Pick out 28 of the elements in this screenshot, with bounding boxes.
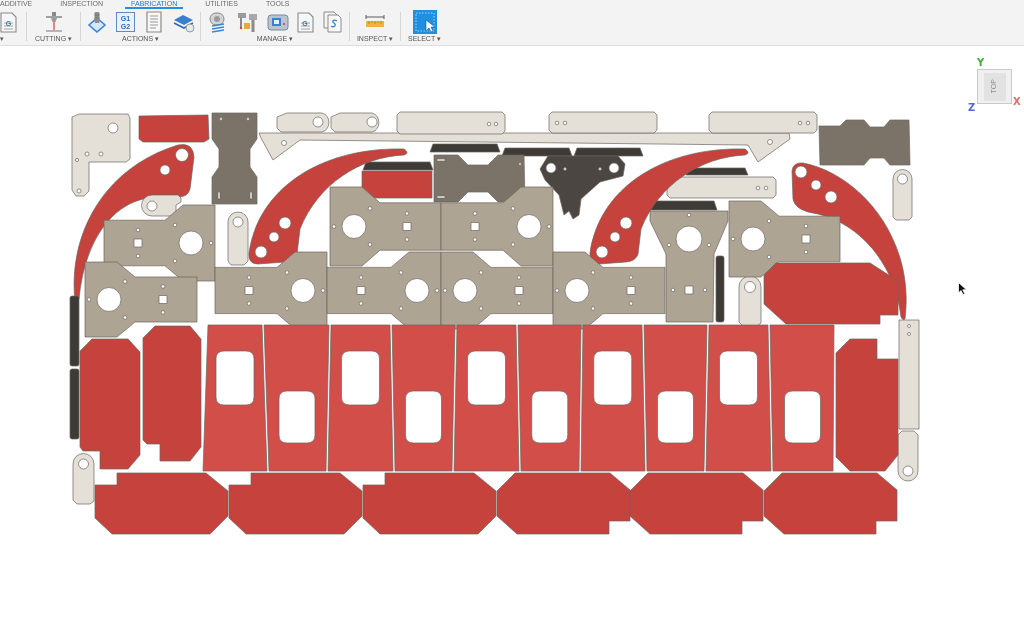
edge-strip: [69, 295, 80, 367]
slat-part: [573, 147, 644, 157]
cover-plate: [138, 114, 210, 143]
axis-label: X: [1013, 97, 1021, 107]
edge-strip: [69, 368, 80, 440]
slat-part: [685, 167, 749, 176]
axis-label: Y: [977, 58, 985, 68]
cover-plate: [361, 170, 433, 199]
link-part: [892, 169, 913, 221]
link-part: [141, 194, 182, 217]
link-part: [897, 430, 919, 482]
link-part: [330, 112, 380, 133]
stacked-documents-icon[interactable]: [321, 11, 344, 33]
slat-part: [362, 161, 434, 171]
drill-icon[interactable]: [86, 11, 108, 33]
slat-part: [501, 147, 573, 157]
mouse-pointer-icon: [958, 282, 967, 295]
link-part: [72, 453, 95, 505]
link-part: [276, 112, 330, 133]
tool-library-icon[interactable]: [236, 11, 259, 33]
document-icon: [296, 11, 314, 33]
machine-icon[interactable]: [266, 11, 289, 33]
edge-strip: [715, 255, 725, 323]
select-box-icon[interactable]: [412, 10, 437, 34]
document-lines-icon[interactable]: [143, 11, 165, 33]
link-part: [738, 275, 762, 327]
axis-label: Z: [968, 103, 976, 113]
slat-part: [429, 143, 501, 153]
